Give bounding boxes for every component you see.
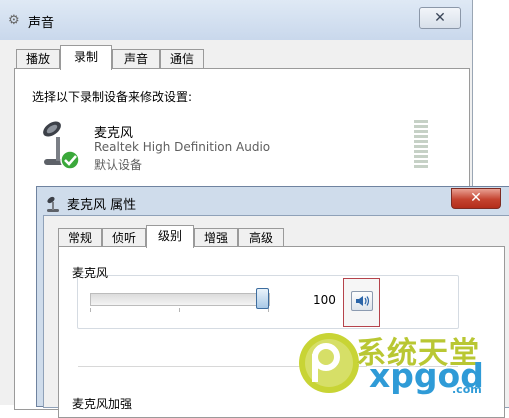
sound-dialog-title: 声音 [28, 16, 55, 31]
speaker-icon [356, 296, 370, 306]
green-check-icon [60, 150, 80, 170]
tab-general[interactable]: 常规 [58, 228, 102, 248]
recording-instruction: 选择以下录制设备来修改设置: [32, 90, 193, 104]
tab-sounds[interactable]: 声音 [112, 49, 160, 69]
microphone-level-slider-thumb[interactable] [256, 288, 269, 309]
device-status: 默认设备 [94, 158, 143, 172]
tab-listen[interactable]: 侦听 [102, 228, 146, 248]
recording-device-item[interactable]: 麦克风 Realtek High Definition Audio 默认设备 [30, 113, 440, 175]
mute-toggle-button[interactable] [343, 278, 380, 327]
microphone-boost-label: 麦克风加强 [72, 397, 133, 411]
microphone-level-value: 100 [313, 293, 336, 307]
microphone-level-slider-track[interactable] [90, 293, 270, 306]
device-level-meter [414, 120, 428, 172]
sound-settings-icon: ⚙ [8, 13, 20, 28]
tab-recording[interactable]: 录制 [60, 45, 112, 70]
microphone-small-icon [47, 196, 59, 212]
tab-levels[interactable]: 级别 [146, 225, 194, 248]
tab-advanced[interactable]: 高级 [238, 228, 284, 248]
device-driver: Realtek High Definition Audio [94, 140, 271, 154]
watermark-suffix: .com [452, 383, 482, 396]
microphone-icon [43, 121, 80, 170]
device-name: 麦克风 [94, 126, 134, 141]
properties-dialog-title: 麦克风 属性 [67, 198, 137, 213]
sound-dialog-close-button[interactable]: ✕ [419, 7, 461, 29]
slider-ticks [90, 308, 270, 312]
sound-dialog-titlebar: ⚙ 声音 ✕ [0, 0, 472, 40]
properties-dialog-close-button[interactable]: ✕ [451, 188, 501, 209]
tab-playback[interactable]: 播放 [16, 49, 60, 69]
tab-enhancements[interactable]: 增强 [194, 228, 238, 248]
xpgod-logo-icon [299, 333, 359, 393]
microphone-level-label: 麦克风 [72, 266, 109, 280]
tab-communications[interactable]: 通信 [160, 49, 204, 69]
